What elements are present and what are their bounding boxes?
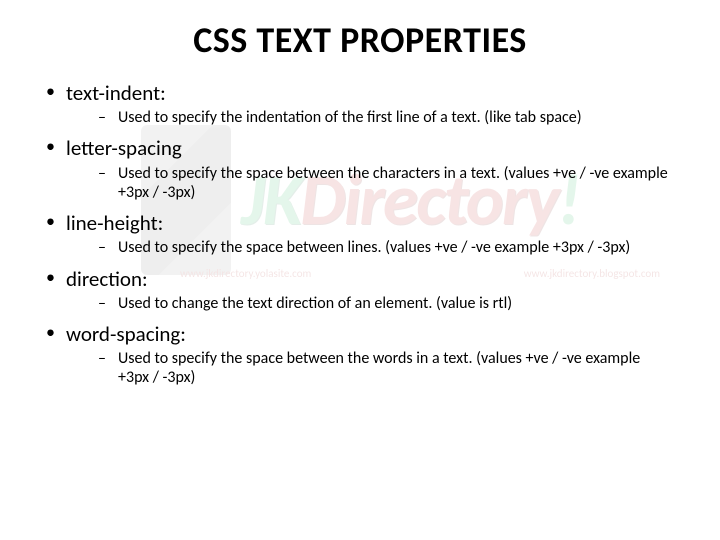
property-term: letter-spacing (66, 135, 182, 161)
property-desc: Used to specify the space between the wo… (66, 349, 680, 387)
list-item: letter-spacing Used to specify the space… (40, 135, 680, 202)
sub-list: Used to specify the indentation of the f… (66, 108, 680, 127)
property-term: line-height: (66, 210, 163, 236)
property-desc: Used to change the text direction of an … (66, 294, 680, 313)
list-item: word-spacing: Used to specify the space … (40, 321, 680, 388)
property-list: text-indent: Used to specify the indenta… (40, 80, 680, 388)
slide-title: CSS TEXT PROPERTIES (40, 18, 680, 62)
property-desc: Used to specify the space between the ch… (66, 164, 680, 202)
sub-list: Used to specify the space between lines.… (66, 238, 680, 257)
property-desc: Used to specify the space between lines.… (66, 238, 680, 257)
property-desc: Used to specify the indentation of the f… (66, 108, 680, 127)
slide-content: CSS TEXT PROPERTIES text-indent: Used to… (0, 0, 720, 388)
sub-list: Used to change the text direction of an … (66, 294, 680, 313)
list-item: direction: Used to change the text direc… (40, 266, 680, 313)
sub-list: Used to specify the space between the wo… (66, 349, 680, 387)
property-term: text-indent: (66, 80, 166, 106)
property-term: word-spacing: (66, 321, 186, 347)
property-term: direction: (66, 266, 148, 292)
list-item: text-indent: Used to specify the indenta… (40, 80, 680, 127)
list-item: line-height: Used to specify the space b… (40, 210, 680, 257)
sub-list: Used to specify the space between the ch… (66, 164, 680, 202)
